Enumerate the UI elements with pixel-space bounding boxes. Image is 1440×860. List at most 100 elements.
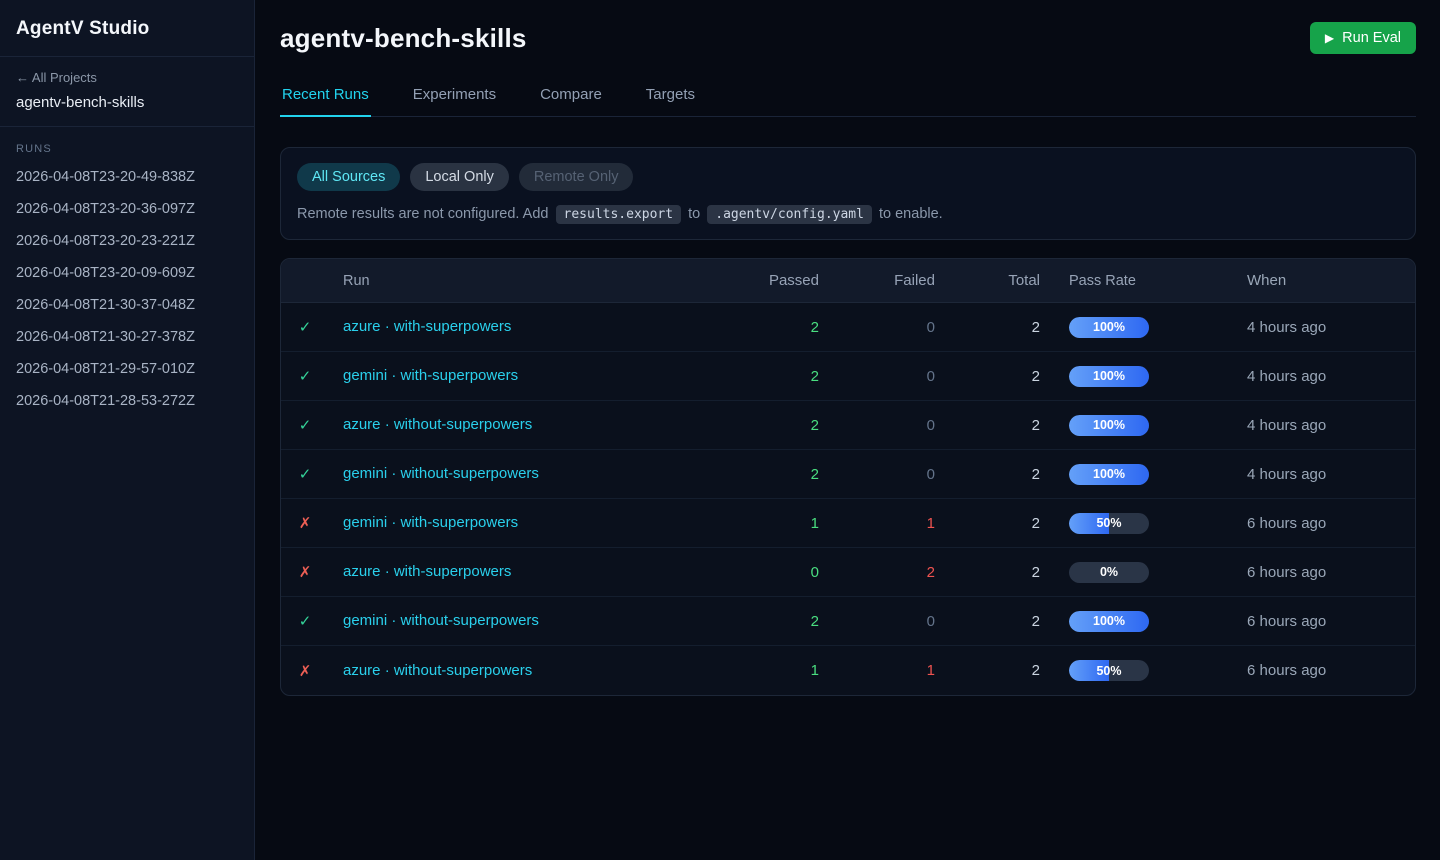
table-row[interactable]: ✗ gemini · with-superpowers 1 1 2 50% 6 … [281,499,1415,548]
total-count: 2 [935,466,1040,483]
run-name-link[interactable]: azure · without-superpowers [343,416,532,433]
passed-count: 2 [729,466,819,483]
failed-count: 1 [819,662,935,679]
sidebar-run-item[interactable]: 2026-04-08T23-20-09-609Z [0,257,254,289]
notice-prefix: Remote results are not configured. Add [297,206,548,222]
tab-experiments[interactable]: Experiments [411,80,498,117]
failed-count: 1 [819,515,935,532]
when-text: 4 hours ago [1247,368,1415,385]
run-name-link[interactable]: gemini · without-superpowers [343,612,539,629]
pass-rate-cell: 100% [1040,366,1247,387]
column-header-failed: Failed [819,272,935,289]
tab-compare[interactable]: Compare [538,80,604,117]
sidebar-run-item[interactable]: 2026-04-08T21-28-53-272Z [0,385,254,417]
passed-count: 0 [729,564,819,581]
table-header-row: Run Passed Failed Total Pass Rate When [281,259,1415,303]
run-status-icon: ✗ [281,514,329,532]
chip-local-only[interactable]: Local Only [410,163,509,191]
source-filter-panel: All Sources Local Only Remote Only Remot… [280,147,1416,240]
pass-rate-pill: 100% [1069,366,1149,387]
passed-count: 2 [729,319,819,336]
column-header-passed: Passed [729,272,819,289]
run-eval-label: Run Eval [1342,30,1401,46]
run-name-link[interactable]: azure · with-superpowers [343,318,511,335]
when-text: 6 hours ago [1247,662,1415,679]
chip-all-sources[interactable]: All Sources [297,163,400,191]
run-name-link[interactable]: azure · with-superpowers [343,563,511,580]
run-name-link[interactable]: azure · without-superpowers [343,662,532,679]
sidebar-run-item[interactable]: 2026-04-08T21-30-27-378Z [0,321,254,353]
all-projects-back-link[interactable]: ← All Projects [16,70,238,85]
column-header-total: Total [935,272,1040,289]
table-row[interactable]: ✓ azure · with-superpowers 2 0 2 100% 4 … [281,303,1415,352]
when-text: 4 hours ago [1247,417,1415,434]
run-status-icon: ✓ [281,416,329,434]
notice-middle: to [688,206,700,222]
pass-rate-cell: 100% [1040,415,1247,436]
remote-config-notice: Remote results are not configured. Add r… [297,206,1399,222]
notice-suffix: to enable. [879,206,943,222]
total-count: 2 [935,662,1040,679]
pass-rate-label: 50% [1069,513,1149,534]
pass-rate-pill: 100% [1069,317,1149,338]
column-header-when: When [1247,272,1415,289]
pass-rate-pill: 100% [1069,415,1149,436]
chip-remote-only[interactable]: Remote Only [519,163,634,191]
main-header: agentv-bench-skills ▶ Run Eval [280,22,1416,54]
table-row[interactable]: ✗ azure · with-superpowers 0 2 2 0% 6 ho… [281,548,1415,597]
code-config-yaml: .agentv/config.yaml [707,205,872,224]
sidebar-run-item[interactable]: 2026-04-08T21-30-37-048Z [0,289,254,321]
app-title: AgentV Studio [0,0,254,57]
column-header-pass-rate: Pass Rate [1040,273,1247,289]
pass-rate-pill: 50% [1069,513,1149,534]
run-name-link[interactable]: gemini · with-superpowers [343,367,518,384]
runs-section-label: RUNS [0,127,254,161]
when-text: 4 hours ago [1247,319,1415,336]
failed-count: 0 [819,319,935,336]
passed-count: 2 [729,613,819,630]
table-row[interactable]: ✓ gemini · without-superpowers 2 0 2 100… [281,597,1415,646]
play-icon: ▶ [1325,31,1334,45]
tab-bar: Recent Runs Experiments Compare Targets [280,80,1416,117]
total-count: 2 [935,515,1040,532]
pass-rate-cell: 100% [1040,317,1247,338]
sidebar-run-item[interactable]: 2026-04-08T23-20-49-838Z [0,161,254,193]
tab-recent-runs[interactable]: Recent Runs [280,80,371,117]
source-filter-chips: All Sources Local Only Remote Only [297,163,1399,191]
code-results-export: results.export [556,205,682,224]
total-count: 2 [935,613,1040,630]
pass-rate-label: 0% [1069,562,1149,583]
run-status-icon: ✓ [281,465,329,483]
main-content: agentv-bench-skills ▶ Run Eval Recent Ru… [255,0,1440,860]
tab-targets[interactable]: Targets [644,80,697,117]
pass-rate-cell: 100% [1040,611,1247,632]
run-status-icon: ✗ [281,662,329,680]
run-status-icon: ✓ [281,318,329,336]
failed-count: 0 [819,613,935,630]
failed-count: 0 [819,368,935,385]
run-name-link[interactable]: gemini · without-superpowers [343,465,539,482]
run-list: 2026-04-08T23-20-49-838Z2026-04-08T23-20… [0,161,254,417]
run-status-icon: ✓ [281,367,329,385]
failed-count: 0 [819,466,935,483]
total-count: 2 [935,319,1040,336]
failed-count: 2 [819,564,935,581]
pass-rate-label: 50% [1069,660,1149,681]
table-row[interactable]: ✓ gemini · with-superpowers 2 0 2 100% 4… [281,352,1415,401]
pass-rate-label: 100% [1069,611,1149,632]
table-row[interactable]: ✓ gemini · without-superpowers 2 0 2 100… [281,450,1415,499]
total-count: 2 [935,368,1040,385]
pass-rate-label: 100% [1069,317,1149,338]
when-text: 6 hours ago [1247,564,1415,581]
sidebar-run-item[interactable]: 2026-04-08T21-29-57-010Z [0,353,254,385]
sidebar-run-item[interactable]: 2026-04-08T23-20-36-097Z [0,193,254,225]
table-row[interactable]: ✓ azure · without-superpowers 2 0 2 100%… [281,401,1415,450]
run-eval-button[interactable]: ▶ Run Eval [1310,22,1416,54]
sidebar-project-name: agentv-bench-skills [16,94,238,111]
sidebar-run-item[interactable]: 2026-04-08T23-20-23-221Z [0,225,254,257]
total-count: 2 [935,417,1040,434]
run-name-link[interactable]: gemini · with-superpowers [343,514,518,531]
table-row[interactable]: ✗ azure · without-superpowers 1 1 2 50% … [281,646,1415,695]
total-count: 2 [935,564,1040,581]
pass-rate-cell: 50% [1040,660,1247,681]
